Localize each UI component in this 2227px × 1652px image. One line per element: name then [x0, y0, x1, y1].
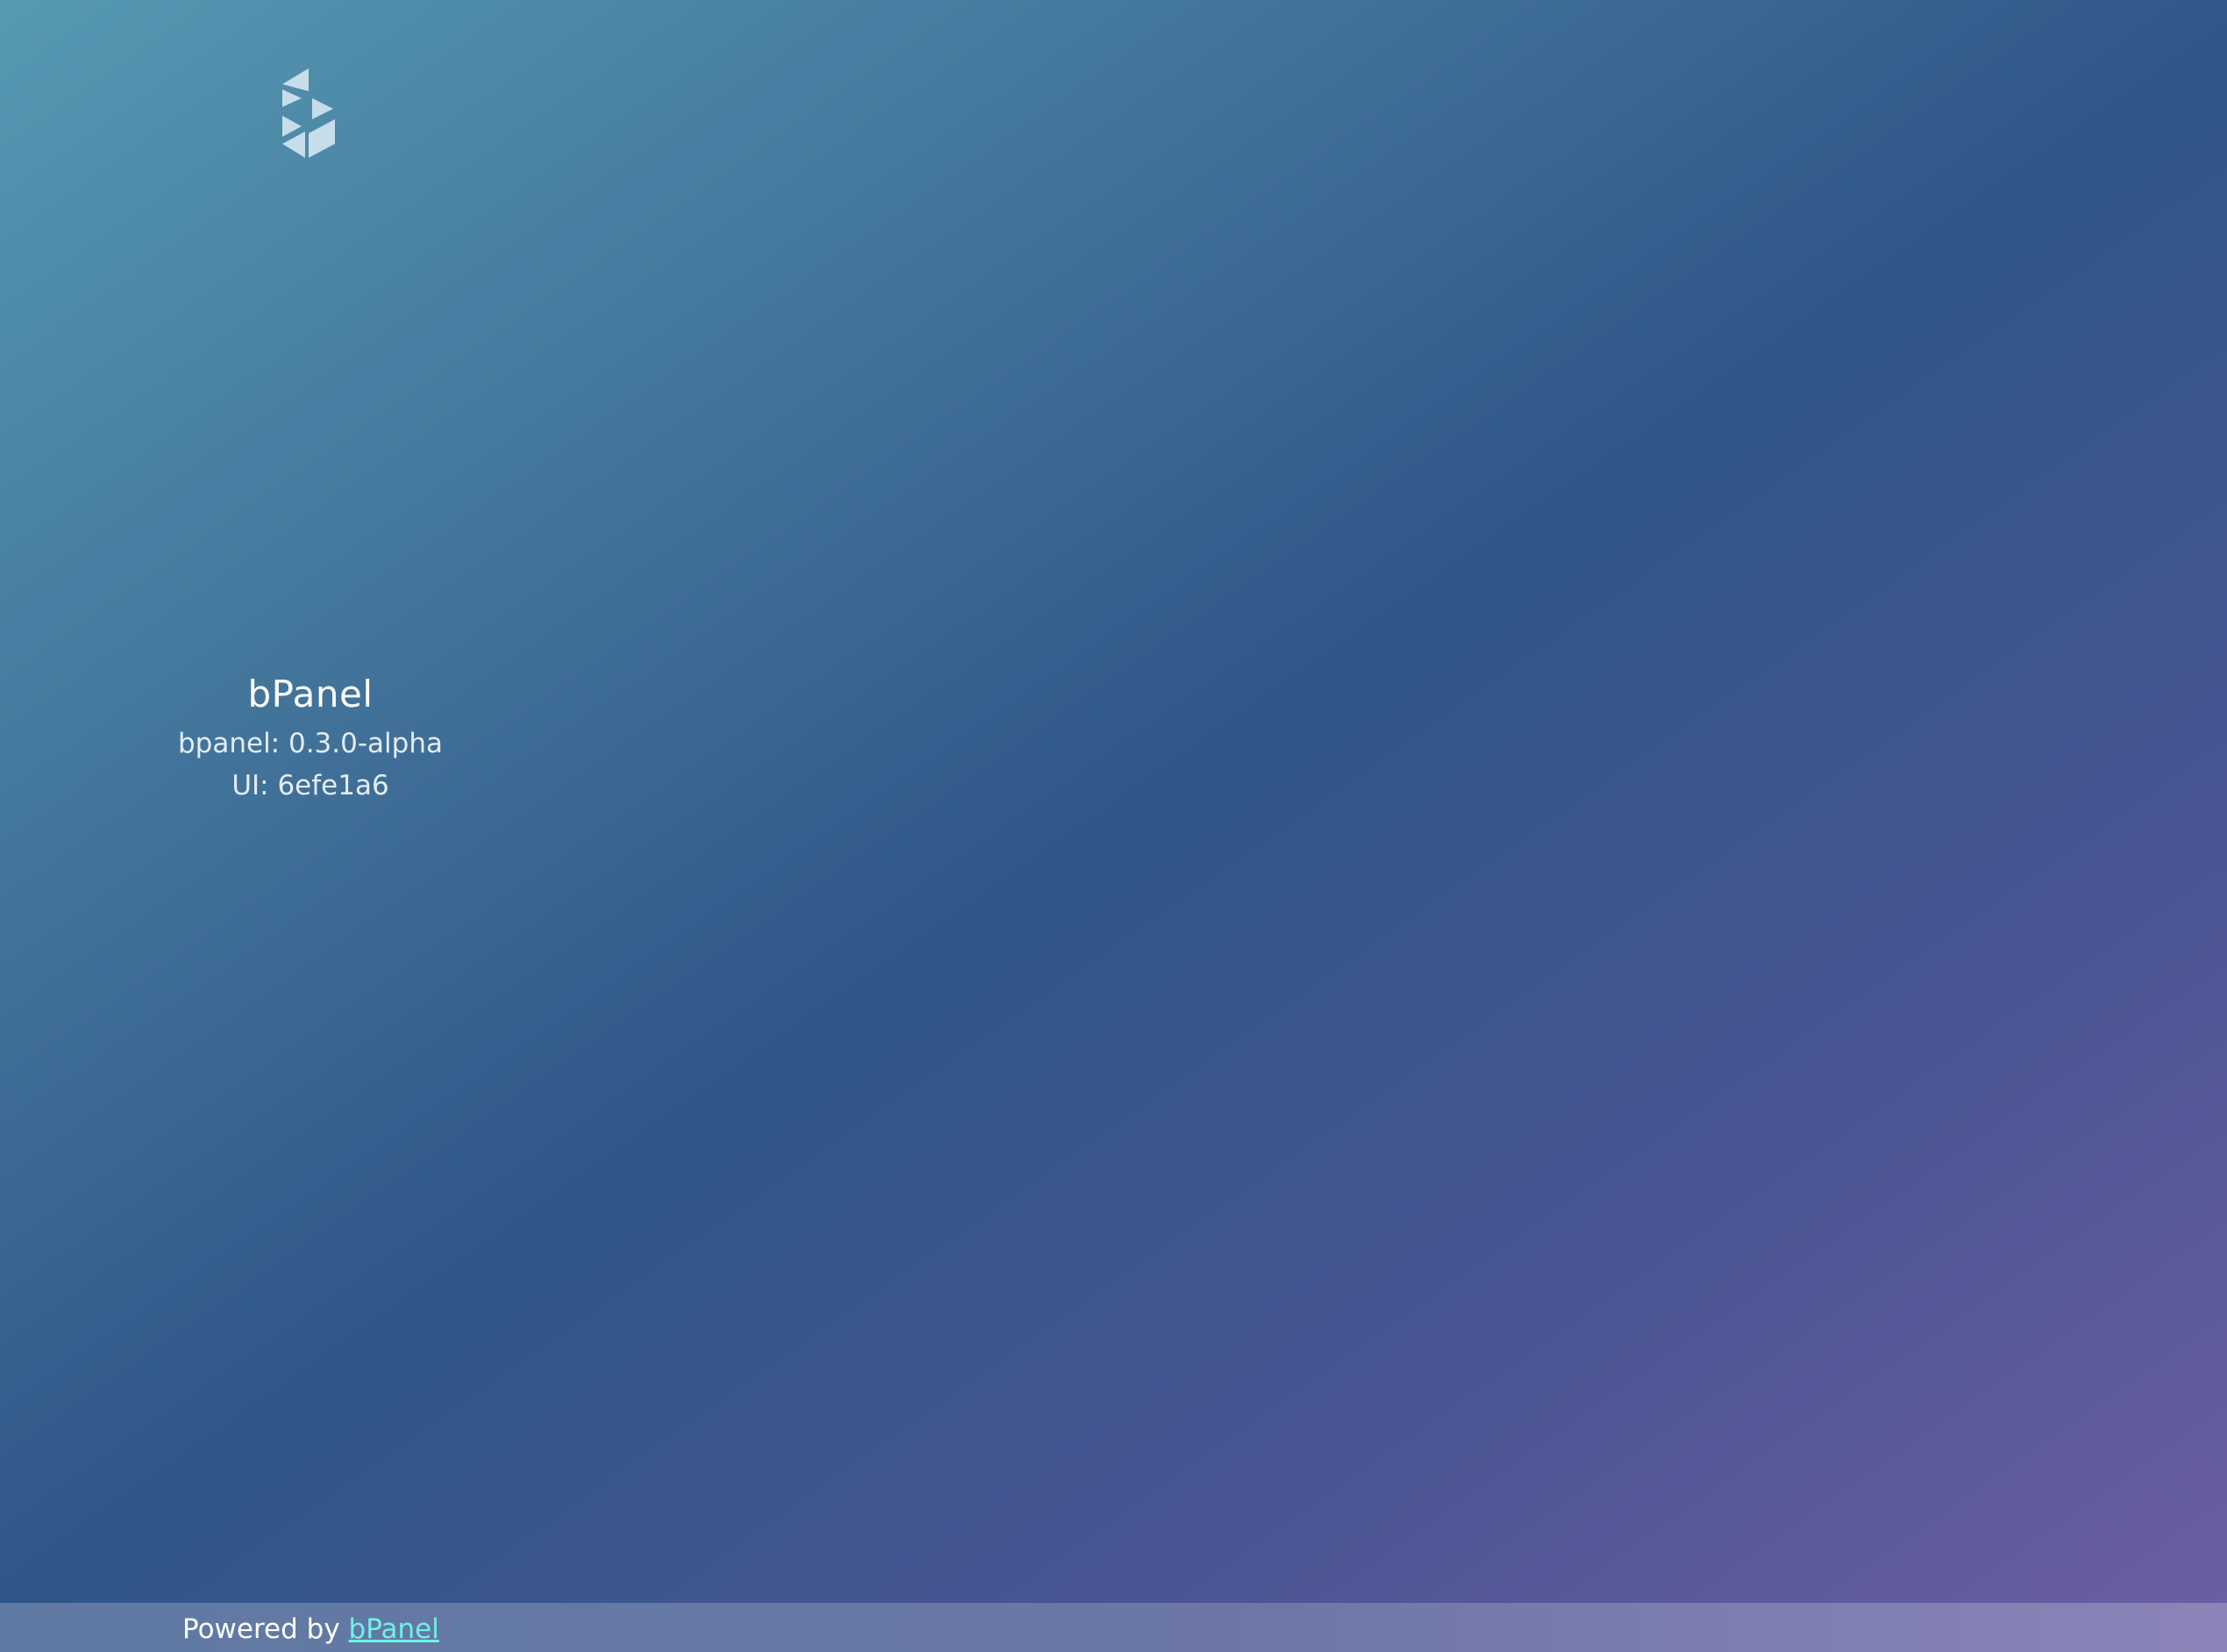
footer-powered-by: Powered by bPanel — [182, 1612, 439, 1647]
sidebar: bPanel bpanel: 0.3.0-alpha UI: 6efe1a6 — [0, 0, 621, 1603]
ui-version: UI: 6efe1a6 — [231, 770, 389, 801]
bpanel-link[interactable]: bPanel — [349, 1613, 439, 1645]
footer: Powered by bPanel — [0, 1603, 2227, 1652]
bpanel-version: bpanel: 0.3.0-alpha — [178, 728, 443, 759]
powered-by-label: Powered by — [182, 1613, 340, 1645]
brand-info: bPanel bpanel: 0.3.0-alpha UI: 6efe1a6 — [0, 666, 621, 807]
brand-title: bPanel — [247, 673, 374, 716]
bpanel-logo-icon[interactable] — [279, 67, 344, 161]
